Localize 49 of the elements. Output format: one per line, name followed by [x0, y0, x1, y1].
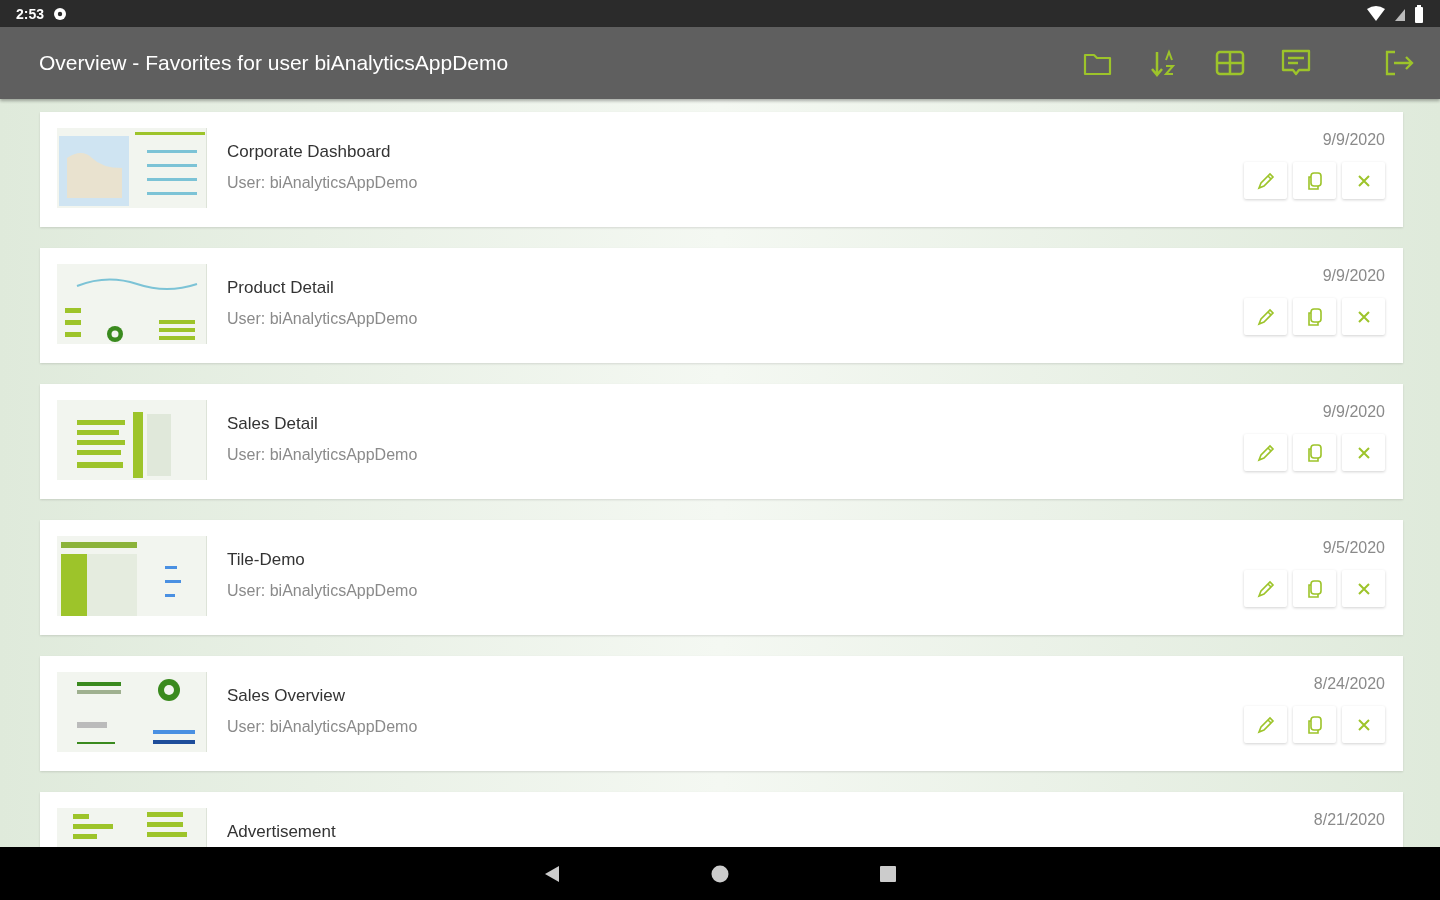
- duplicate-button[interactable]: [1293, 434, 1336, 471]
- favorite-card[interactable]: Sales Overview User: biAnalyticsAppDemo 8/24/2020: [40, 656, 1403, 771]
- duplicate-button[interactable]: [1293, 162, 1336, 199]
- favorite-title: Product Detail: [227, 278, 334, 298]
- back-icon: [543, 864, 561, 883]
- home-icon: [711, 864, 729, 883]
- nav-button[interactable]: [543, 864, 561, 883]
- delete-button[interactable]: [1342, 706, 1385, 743]
- nav-button[interactable]: [711, 864, 729, 883]
- favorite-user: User: biAnalyticsAppDemo: [227, 718, 418, 736]
- settings-icon: [52, 5, 69, 22]
- edit-button[interactable]: [1244, 434, 1287, 471]
- favorite-card[interactable]: Advertisement 8/21/2020: [40, 792, 1403, 847]
- favorite-title: Corporate Dashboard: [227, 142, 391, 162]
- battery-icon: [1414, 4, 1424, 23]
- favorite-title: Tile-Demo: [227, 550, 305, 570]
- favorite-card[interactable]: Tile-Demo User: biAnalyticsAppDemo 9/5/2020: [40, 520, 1403, 635]
- duplicate-button[interactable]: [1293, 298, 1336, 335]
- favorite-user: User: biAnalyticsAppDemo: [227, 582, 418, 600]
- delete-button[interactable]: [1342, 162, 1385, 199]
- favorite-user: User: biAnalyticsAppDemo: [227, 310, 418, 328]
- favorite-date: 9/5/2020: [1322, 539, 1385, 557]
- favorite-user: User: biAnalyticsAppDemo: [227, 174, 418, 192]
- delete-button[interactable]: [1342, 298, 1385, 335]
- edit-button[interactable]: [1244, 706, 1287, 743]
- favorite-date: 8/24/2020: [1313, 675, 1385, 693]
- duplicate-button[interactable]: [1293, 570, 1336, 607]
- duplicate-button[interactable]: [1293, 706, 1336, 743]
- favorite-card[interactable]: Corporate Dashboard User: biAnalyticsAppDemo 9/9/2020: [40, 112, 1403, 227]
- favorite-date: 8/21/2020: [1313, 811, 1385, 829]
- delete-button[interactable]: [1342, 434, 1385, 471]
- recents-icon: [879, 864, 897, 883]
- wifi-icon: [1366, 5, 1386, 22]
- favorite-card[interactable]: Sales Detail User: biAnalyticsAppDemo 9/9/2020: [40, 384, 1403, 499]
- favorite-title: Advertisement: [227, 822, 336, 842]
- favorite-title: Sales Detail: [227, 414, 318, 434]
- edit-button[interactable]: [1244, 162, 1287, 199]
- status-time: 2:53: [16, 5, 45, 22]
- favorite-title: Sales Overview: [227, 686, 346, 706]
- edit-button[interactable]: [1244, 570, 1287, 607]
- delete-button[interactable]: [1342, 570, 1385, 607]
- favorite-user: User: biAnalyticsAppDemo: [227, 446, 418, 464]
- edit-button[interactable]: [1244, 298, 1287, 335]
- favorite-date: 9/9/2020: [1322, 267, 1385, 285]
- favorite-date: 9/9/2020: [1322, 403, 1385, 421]
- favorite-date: 9/9/2020: [1322, 131, 1385, 149]
- nav-button[interactable]: [879, 864, 897, 883]
- favorite-card[interactable]: Product Detail User: biAnalyticsAppDemo 9/9/2020: [40, 248, 1403, 363]
- app-title: Overview - Favorites for user biAnalyticsAppDemo: [39, 51, 510, 75]
